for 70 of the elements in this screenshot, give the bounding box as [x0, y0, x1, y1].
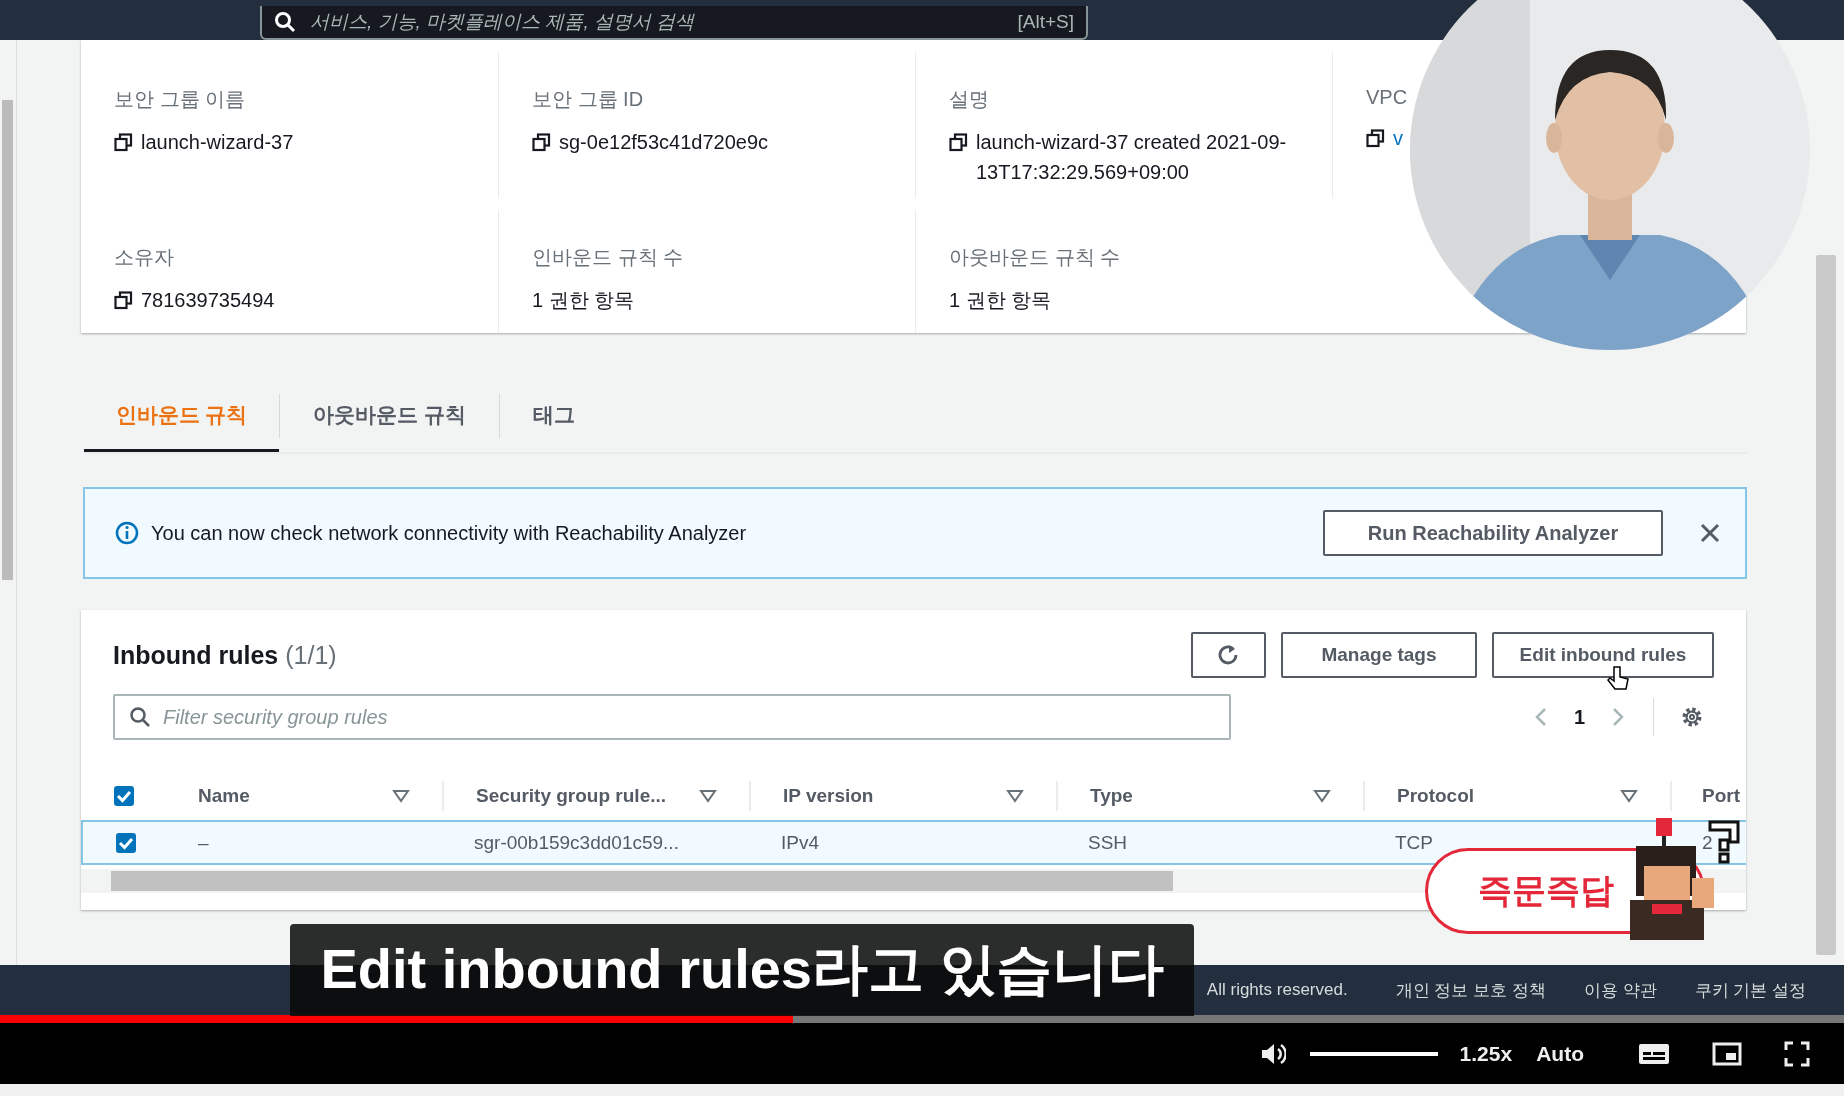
- miniplayer-icon[interactable]: [1712, 1040, 1742, 1067]
- pointer-cursor-icon: [1606, 666, 1630, 692]
- table-cell-text: –: [197, 831, 210, 854]
- playback-speed[interactable]: 1.25x: [1459, 1041, 1513, 1066]
- footer-link[interactable]: 쿠키 기본 설정: [1694, 978, 1806, 1002]
- column-header[interactable]: Security group rule...: [442, 781, 749, 811]
- section-title: Inbound rules: [113, 640, 279, 670]
- tab[interactable]: 태그: [499, 380, 608, 452]
- scrollbar-thumb[interactable]: [111, 871, 1173, 891]
- sort-icon[interactable]: [1620, 788, 1638, 804]
- column-header[interactable]: IP version: [749, 781, 1056, 811]
- tab[interactable]: 아웃바운드 규칙: [280, 380, 499, 452]
- detail-value: 781639735494: [141, 288, 275, 313]
- copy-icon[interactable]: [114, 133, 133, 152]
- column-header[interactable]: Protocol: [1363, 781, 1670, 811]
- volume-slider[interactable]: [1309, 1051, 1438, 1056]
- info-message: You can now check network connectivity with Reachability Analyzer: [151, 521, 748, 545]
- sort-icon[interactable]: [1006, 788, 1024, 804]
- footer-link[interactable]: 이용 약관: [1583, 978, 1657, 1002]
- detail-label: 아웃바운드 규칙 수: [949, 245, 1122, 270]
- select-all-checkbox[interactable]: [112, 785, 135, 807]
- detail-label: 설명: [949, 87, 990, 112]
- table-row[interactable]: – sgr-00b159c3dd01c59... IPv4 SSH TCP 2: [81, 820, 1746, 865]
- subtitle-caption: Edit inbound rules라고 있습니다: [290, 924, 1194, 1016]
- detail-value: sg-0e12f53c41d720e9c: [559, 130, 769, 155]
- column-header[interactable]: Name: [166, 781, 442, 811]
- close-icon[interactable]: [1699, 522, 1721, 544]
- column-header[interactable]: Type: [1056, 781, 1363, 811]
- copy-icon[interactable]: [1366, 129, 1385, 148]
- page-number[interactable]: 1: [1573, 705, 1585, 729]
- rule-count: (1/1): [285, 640, 338, 670]
- scrollbar-thumb[interactable]: [2, 100, 13, 580]
- detail-value: launch-wizard-37: [141, 130, 294, 155]
- copy-icon[interactable]: [114, 291, 133, 310]
- refresh-button[interactable]: [1191, 632, 1266, 678]
- table-cell-text: SSH: [1087, 831, 1129, 854]
- detail-label: 소유자: [114, 245, 175, 270]
- detail-value: launch-wizard-37 created 2021-09-13T17:32:29.569+09:00: [976, 130, 1288, 185]
- progress-bar[interactable]: [0, 1015, 1844, 1023]
- edit-rules-button[interactable]: Edit inbound rules: [1492, 632, 1714, 678]
- detail-link[interactable]: v: [1393, 123, 1403, 153]
- scrollbar-thumb[interactable]: [1816, 255, 1836, 955]
- search-placeholder: 서비스, 기능, 마켓플레이스 제품, 설명서 검색: [310, 10, 696, 34]
- detail-value: 1 권한 항목: [949, 288, 1052, 313]
- detail-label: 인바운드 규칙 수: [532, 245, 685, 270]
- detail-value: 1 권한 항목: [532, 288, 635, 313]
- copyright-text: All rights reserved.: [1206, 980, 1348, 1000]
- shortcut-hint: [Alt+S]: [1017, 11, 1074, 33]
- quality-setting[interactable]: Auto: [1536, 1041, 1584, 1066]
- search-icon: [274, 11, 296, 33]
- sort-icon[interactable]: [1313, 788, 1331, 804]
- manage-tags-button[interactable]: Manage tags: [1281, 632, 1477, 678]
- copy-icon[interactable]: [949, 133, 968, 152]
- search-icon: [129, 706, 151, 728]
- search-field[interactable]: 서비스, 기능, 마켓플레이스 제품, 설명서 검색 [Alt+S]: [260, 6, 1088, 40]
- info-icon: [115, 521, 139, 545]
- table-cell-text: IPv4: [780, 831, 821, 854]
- detail-label: VPC: [1366, 86, 1409, 109]
- detail-label: 보안 그룹 ID: [532, 87, 645, 112]
- detail-label: 보안 그룹 이름: [114, 87, 247, 112]
- filter-placeholder: Filter security group rules: [163, 705, 388, 729]
- sort-icon[interactable]: [699, 788, 717, 804]
- table-cell-text: sgr-00b159c3dd01c59...: [473, 831, 680, 854]
- copy-icon[interactable]: [532, 133, 551, 152]
- sort-icon[interactable]: [392, 788, 410, 804]
- row-checkbox[interactable]: [114, 831, 137, 854]
- settings-icon[interactable]: [1680, 705, 1704, 729]
- run-analyzer-button[interactable]: Run Reachability Analyzer: [1323, 510, 1663, 556]
- fullscreen-icon[interactable]: [1784, 1040, 1810, 1067]
- footer-link[interactable]: 개인 정보 보호 정책: [1395, 978, 1546, 1002]
